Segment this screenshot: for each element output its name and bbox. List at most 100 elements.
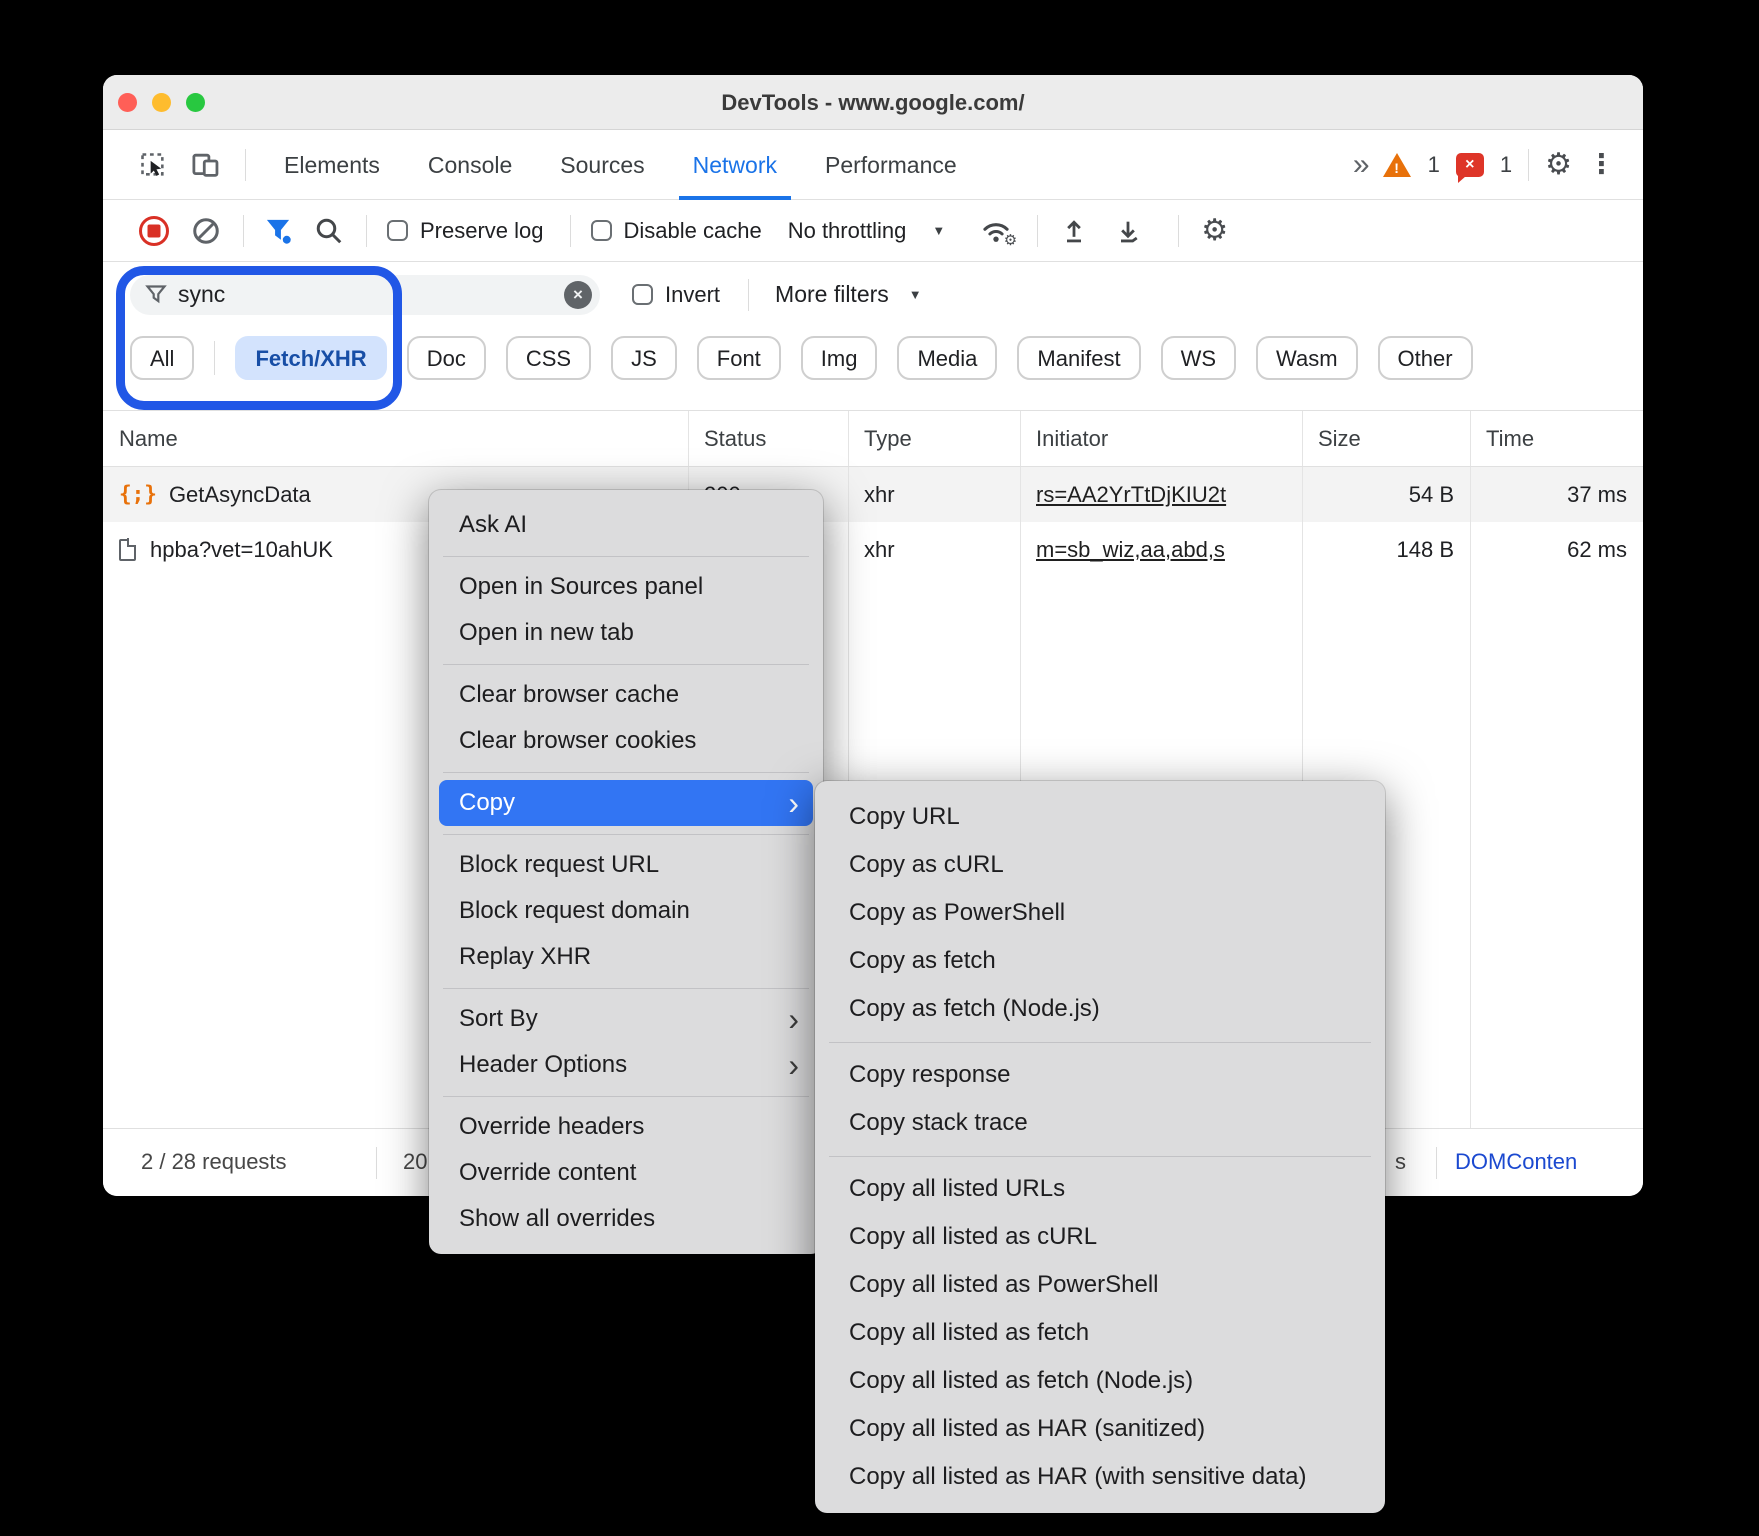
menu-item-label: Copy as cURL	[849, 851, 1004, 879]
tab-console[interactable]: Console	[404, 130, 536, 200]
throttling-select[interactable]: No throttling	[788, 218, 907, 244]
throttling-caret-icon[interactable]: ▼	[932, 223, 945, 238]
divider	[243, 215, 244, 247]
warning-icon[interactable]: !	[1382, 152, 1412, 178]
column-divider	[1470, 410, 1471, 1128]
menu-item-copy-all-listed-as-har-with-sensitive-data[interactable]: Copy all listed as HAR (with sensitive d…	[815, 1453, 1385, 1501]
time-cell: 37 ms	[1470, 467, 1643, 522]
filter-chip-media[interactable]: Media	[897, 336, 997, 380]
error-icon[interactable]: ×	[1456, 153, 1484, 177]
menu-item-copy-as-curl[interactable]: Copy as cURL	[815, 841, 1385, 889]
menu-item-label: Show all overrides	[459, 1205, 655, 1233]
menu-item-copy-all-listed-as-har-sanitized[interactable]: Copy all listed as HAR (sanitized)	[815, 1405, 1385, 1453]
network-conditions-icon[interactable]: ⚙	[979, 217, 1013, 245]
filter-chip-fetch-xhr[interactable]: Fetch/XHR	[235, 336, 386, 380]
import-har-icon[interactable]	[1060, 217, 1088, 245]
menu-item-label: Copy as PowerShell	[849, 899, 1065, 927]
menu-item-copy-all-listed-as-powershell[interactable]: Copy all listed as PowerShell	[815, 1261, 1385, 1309]
filter-chip-ws[interactable]: WS	[1161, 336, 1236, 380]
tab-network[interactable]: Network	[669, 130, 801, 200]
menu-item-copy-as-powershell[interactable]: Copy as PowerShell	[815, 889, 1385, 937]
menu-item-copy-as-fetch[interactable]: Copy as fetch	[815, 937, 1385, 985]
menu-item-copy-all-listed-as-fetch-node-js[interactable]: Copy all listed as fetch (Node.js)	[815, 1357, 1385, 1405]
search-icon[interactable]	[314, 216, 344, 246]
device-toolbar-icon[interactable]	[191, 151, 221, 179]
resource-type-filter-row: All Fetch/XHR Doc CSS JS Font Img Media Manifest…	[103, 327, 1643, 389]
menu-item-clear-browser-cache[interactable]: Clear browser cache	[429, 672, 823, 718]
disable-cache-checkbox[interactable]	[591, 220, 612, 241]
warning-count: 1	[1428, 152, 1440, 178]
settings-gear-icon[interactable]: ⚙	[1545, 150, 1572, 180]
menu-item-copy-stack-trace[interactable]: Copy stack trace	[815, 1099, 1385, 1147]
filter-input-pill[interactable]: ×	[130, 275, 600, 315]
screenshot-stage: DevTools - www.google.com/	[0, 0, 1759, 1536]
clear-network-log-icon[interactable]	[191, 216, 221, 246]
menu-item-copy-response[interactable]: Copy response	[815, 1051, 1385, 1099]
filter-chip-font[interactable]: Font	[697, 336, 781, 380]
tab-performance[interactable]: Performance	[801, 130, 981, 200]
menu-item-copy-as-fetch-node-js[interactable]: Copy as fetch (Node.js)	[815, 985, 1385, 1033]
filter-chip-wasm[interactable]: Wasm	[1256, 336, 1358, 380]
initiator-link[interactable]: m=sb_wiz,aa,abd,s	[1036, 522, 1225, 577]
tab-elements[interactable]: Elements	[260, 130, 404, 200]
menu-item-label: Block request URL	[459, 851, 659, 879]
menu-separator	[429, 980, 823, 996]
filter-chip-other[interactable]: Other	[1378, 336, 1473, 380]
inspect-element-icon[interactable]	[139, 151, 167, 179]
filter-chip-js[interactable]: JS	[611, 336, 677, 380]
kebab-menu-icon[interactable]: ⋮	[1588, 151, 1615, 178]
error-count: 1	[1500, 152, 1512, 178]
table-header: NameStatusTypeInitiatorSizeTime	[103, 410, 1643, 467]
menu-item-copy-all-listed-urls[interactable]: Copy all listed URLs	[815, 1165, 1385, 1213]
column-header-initiator[interactable]: Initiator	[1020, 411, 1302, 466]
divider	[1037, 215, 1038, 247]
export-har-icon[interactable]	[1114, 217, 1142, 245]
filter-funnel-icon[interactable]	[264, 217, 292, 245]
network-settings-gear-icon[interactable]: ⚙	[1201, 216, 1228, 246]
menu-item-label: Copy all listed as PowerShell	[849, 1271, 1158, 1299]
menu-item-block-request-url[interactable]: Block request URL	[429, 842, 823, 888]
menu-item-copy-all-listed-as-fetch[interactable]: Copy all listed as fetch	[815, 1309, 1385, 1357]
tab-sources[interactable]: Sources	[536, 130, 668, 200]
record-stop-icon[interactable]	[139, 216, 169, 246]
divider	[366, 215, 367, 247]
menu-item-header-options[interactable]: Header Options›	[429, 1042, 823, 1088]
menu-item-override-content[interactable]: Override content	[429, 1150, 823, 1196]
dom-content-loaded-label: DOMConten	[1455, 1129, 1577, 1196]
column-header-status[interactable]: Status	[688, 411, 848, 466]
menu-item-open-in-sources-panel[interactable]: Open in Sources panel	[429, 564, 823, 610]
menu-item-sort-by[interactable]: Sort By›	[429, 996, 823, 1042]
preserve-log-checkbox[interactable]	[387, 220, 408, 241]
menu-item-copy-url[interactable]: Copy URL	[815, 793, 1385, 841]
column-header-size[interactable]: Size	[1302, 411, 1470, 466]
menu-item-open-in-new-tab[interactable]: Open in new tab	[429, 610, 823, 656]
filter-chip-img[interactable]: Img	[801, 336, 878, 380]
filter-input[interactable]	[178, 281, 564, 308]
menu-item-clear-browser-cookies[interactable]: Clear browser cookies	[429, 718, 823, 764]
menu-item-copy-all-listed-as-curl[interactable]: Copy all listed as cURL	[815, 1213, 1385, 1261]
clear-filter-icon[interactable]: ×	[564, 281, 592, 309]
time-cell: 62 ms	[1470, 522, 1643, 577]
menu-item-override-headers[interactable]: Override headers	[429, 1104, 823, 1150]
filter-chip-manifest[interactable]: Manifest	[1017, 336, 1140, 380]
column-header-time[interactable]: Time	[1470, 411, 1643, 466]
initiator-link[interactable]: rs=AA2YrTtDjKIU2t	[1036, 467, 1226, 522]
table-row[interactable]: hpba?vet=10ahUKxhrm=sb_wiz,aa,abd,s148 B…	[103, 522, 1643, 577]
filter-chip-all[interactable]: All	[130, 336, 194, 380]
invert-checkbox[interactable]	[632, 284, 653, 305]
menu-item-replay-xhr[interactable]: Replay XHR	[429, 934, 823, 980]
more-filters-button[interactable]: More filters ▼	[775, 281, 922, 308]
request-name: GetAsyncData	[169, 467, 311, 522]
column-header-name[interactable]: Name	[103, 411, 688, 466]
menu-item-block-request-domain[interactable]: Block request domain	[429, 888, 823, 934]
column-header-type[interactable]: Type	[848, 411, 1020, 466]
more-tabs-icon[interactable]: »	[1353, 148, 1366, 182]
menu-item-copy[interactable]: Copy›	[439, 780, 813, 826]
menu-item-label: Override content	[459, 1159, 636, 1187]
menu-item-ask-ai[interactable]: Ask AI	[429, 502, 823, 548]
filter-chip-doc[interactable]: Doc	[407, 336, 486, 380]
menu-item-show-all-overrides[interactable]: Show all overrides	[429, 1196, 823, 1242]
filter-chip-css[interactable]: CSS	[506, 336, 591, 380]
table-row[interactable]: {;}GetAsyncData200xhrrs=AA2YrTtDjKIU2t54…	[103, 467, 1643, 522]
menu-separator	[429, 764, 823, 780]
